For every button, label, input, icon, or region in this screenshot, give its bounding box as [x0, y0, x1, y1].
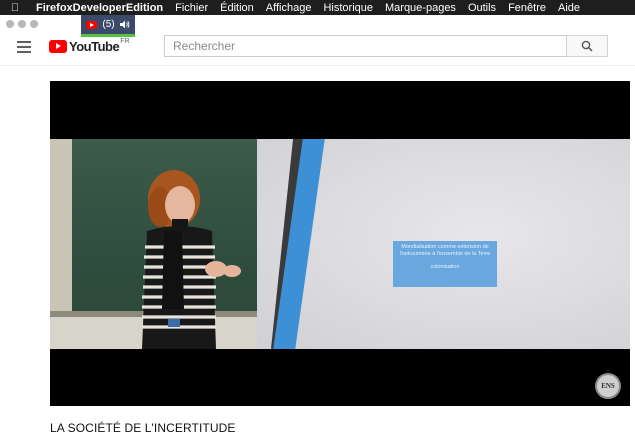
browser-tab[interactable]: (5) [81, 15, 135, 37]
youtube-favicon-icon [86, 20, 98, 29]
menu-icon[interactable] [17, 41, 31, 53]
slide-card-text: Mondialisation comme extension de l'oeko… [399, 244, 491, 257]
lecturer-figure [142, 170, 241, 349]
menu-historique[interactable]: Historique [317, 2, 379, 14]
video-title: LA SOCIÉTÉ DE L'INCERTITUDE [50, 421, 236, 435]
slide-card: Mondialisation comme extension de l'oeko… [393, 241, 497, 287]
menu-marque-pages[interactable]: Marque-pages [379, 2, 462, 14]
region-code: FR [120, 38, 130, 45]
menu-affichage[interactable]: Affichage [260, 2, 318, 14]
menu-aide[interactable]: Aide [552, 2, 586, 14]
menubar:  FirefoxDeveloperEdition Fichier Éditio… [0, 0, 635, 15]
search-icon [581, 40, 593, 52]
menu-edition[interactable]: Édition [214, 2, 260, 14]
speaker-icon[interactable] [119, 20, 130, 29]
youtube-play-icon [49, 40, 67, 53]
menu-fichier[interactable]: Fichier [169, 2, 214, 14]
close-window-icon[interactable] [6, 20, 14, 28]
video-frame: Mondialisation comme extension de l'oeko… [50, 139, 630, 349]
ens-watermark-logo: ENS [595, 373, 621, 399]
video-player[interactable]: Mondialisation comme extension de l'oeko… [50, 81, 630, 406]
window-controls [6, 20, 38, 28]
logo-text: YouTube [69, 39, 120, 54]
youtube-logo[interactable]: YouTube FR [49, 38, 130, 54]
zoom-window-icon[interactable] [30, 20, 38, 28]
tab-count: (5) [102, 19, 115, 30]
apple-icon[interactable]:  [0, 2, 30, 14]
minimize-window-icon[interactable] [18, 20, 26, 28]
slide-card-subtext: colonisation [430, 263, 460, 270]
search-button[interactable] [566, 35, 608, 57]
menu-app-name[interactable]: FirefoxDeveloperEdition [30, 2, 169, 14]
menu-fenetre[interactable]: Fenêtre [502, 2, 552, 14]
menu-outils[interactable]: Outils [462, 2, 502, 14]
search-input[interactable]: Rechercher [164, 35, 566, 57]
